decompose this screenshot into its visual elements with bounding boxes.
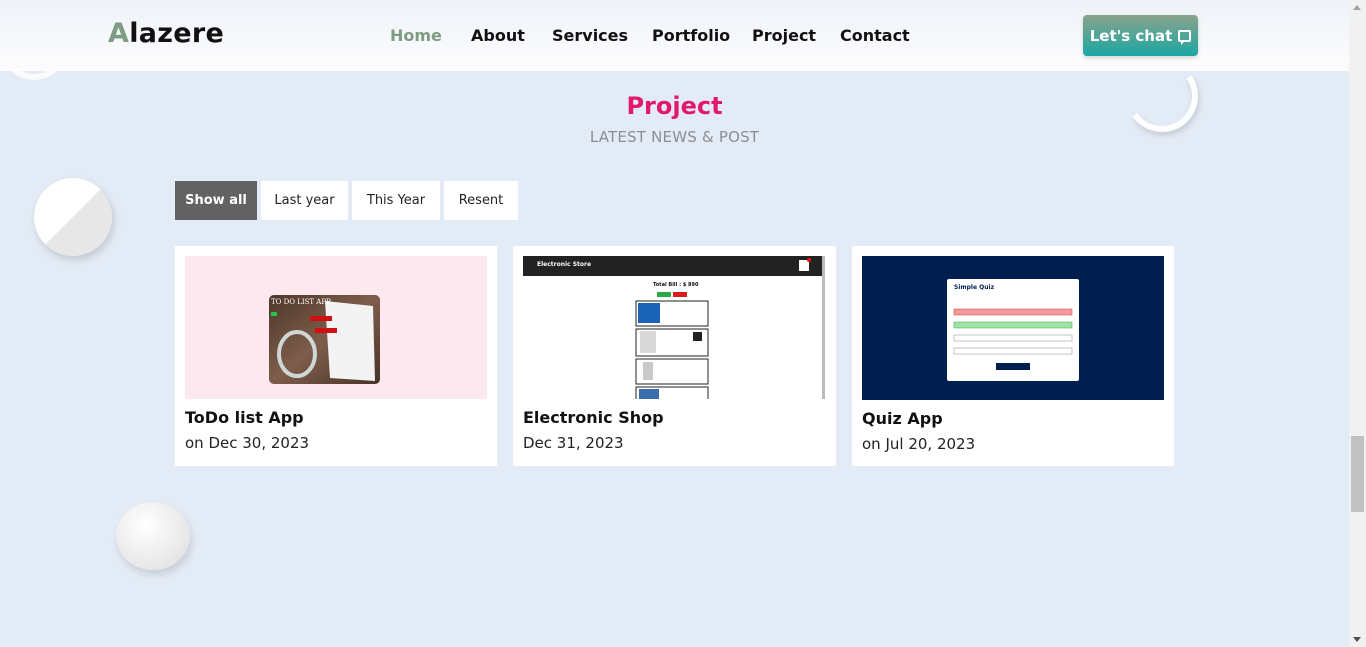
decor-half-ball [34, 178, 112, 256]
project-card[interactable]: Simple Quiz Quiz App on Jul 20, 2023 [852, 246, 1174, 466]
scroll-thumb[interactable] [1351, 436, 1364, 512]
thumbnail-caption: TO DO LIST APP [271, 298, 331, 306]
header: Alazere Home About Services Portfolio Pr… [0, 0, 1349, 71]
section-subtitle: LATEST NEWS & POST [589, 128, 760, 146]
lets-chat-button[interactable]: Let's chat [1083, 15, 1198, 56]
thumbnail-total: Total Bill : $ 890 [653, 282, 699, 288]
filter-this-year[interactable]: This Year [352, 181, 440, 220]
project-date: on Jul 20, 2023 [862, 435, 976, 453]
nav-portfolio[interactable]: Portfolio [652, 26, 730, 45]
project-thumbnail[interactable]: Simple Quiz [862, 256, 1164, 400]
page-scrollbar[interactable] [1349, 0, 1366, 647]
section-title: Project [626, 92, 723, 120]
thumbnail-header: Electronic Store [537, 261, 592, 268]
project-title[interactable]: ToDo list App [185, 408, 304, 427]
project-thumbnail[interactable]: Electronic Store Total Bill : $ 890 [523, 256, 825, 399]
project-date: Dec 31, 2023 [523, 434, 624, 452]
scroll-up-arrow-icon[interactable] [1353, 5, 1361, 10]
project-title[interactable]: Quiz App [862, 409, 943, 428]
logo[interactable]: Alazere [108, 18, 224, 49]
project-title[interactable]: Electronic Shop [523, 408, 664, 427]
project-thumbnail[interactable]: TO DO LIST APP [185, 256, 487, 399]
nav-home[interactable]: Home [390, 26, 442, 45]
nav-contact[interactable]: Contact [840, 26, 910, 45]
decor-ball [116, 502, 190, 570]
nav-services[interactable]: Services [552, 26, 628, 45]
logo-initial: A [108, 18, 130, 49]
nav-about[interactable]: About [471, 26, 525, 45]
project-date: on Dec 30, 2023 [185, 434, 310, 452]
logo-text: lazere [129, 18, 225, 49]
project-card[interactable]: Electronic Store Total Bill : $ 890 Elec… [513, 246, 836, 466]
thumbnail-heading: Simple Quiz [954, 284, 995, 291]
filter-show-all[interactable]: Show all [175, 181, 257, 220]
filter-last-year[interactable]: Last year [261, 181, 348, 220]
scroll-down-arrow-icon[interactable] [1353, 637, 1361, 642]
lets-chat-label: Let's chat [1089, 26, 1173, 45]
filter-resent[interactable]: Resent [444, 181, 518, 220]
nav-project[interactable]: Project [752, 26, 816, 45]
project-card[interactable]: TO DO LIST APP ToDo list App on Dec 30, … [175, 246, 497, 466]
chat-icon [1178, 29, 1192, 45]
